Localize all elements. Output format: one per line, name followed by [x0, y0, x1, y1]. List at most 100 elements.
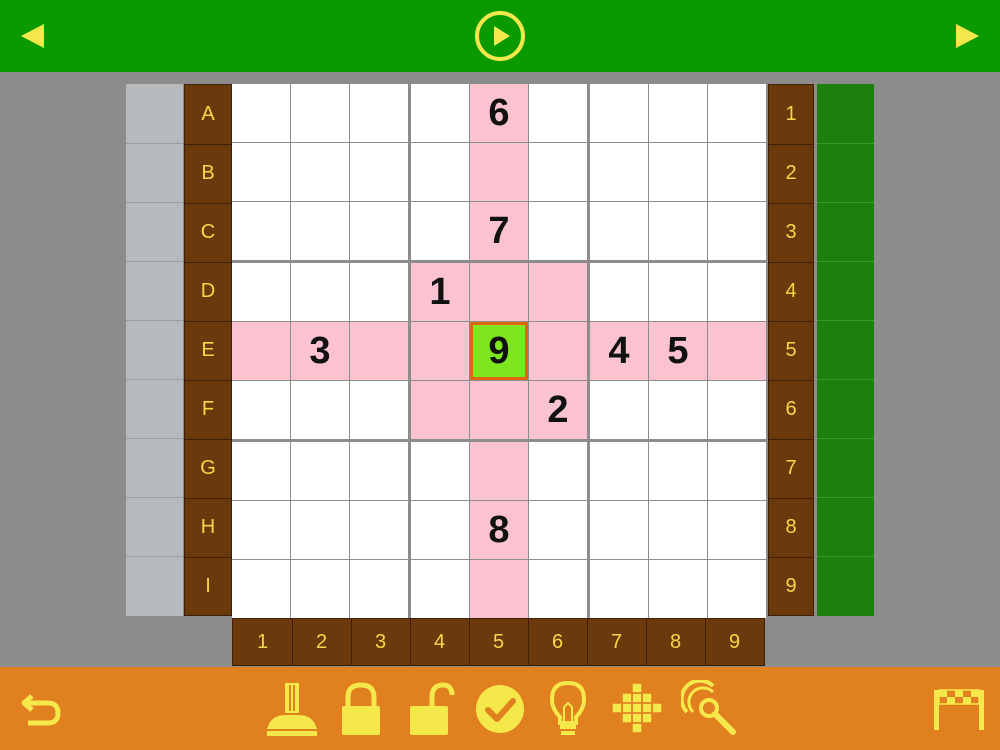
cell-d4[interactable]: 1 [411, 263, 469, 321]
hint-button[interactable] [546, 675, 590, 743]
previous-button[interactable] [8, 0, 58, 72]
cell-h1[interactable] [232, 501, 290, 559]
cell-i9[interactable] [708, 560, 766, 618]
cell-g2[interactable] [291, 442, 349, 500]
cell-c1[interactable] [232, 202, 290, 260]
cell-c7[interactable] [590, 202, 648, 260]
cell-b6[interactable] [529, 143, 587, 201]
cell-a6[interactable] [529, 84, 587, 142]
cell-i2[interactable] [291, 560, 349, 618]
cell-a2[interactable] [291, 84, 349, 142]
cell-c3[interactable] [350, 202, 408, 260]
unlock-button[interactable] [404, 675, 458, 743]
cell-g3[interactable] [350, 442, 408, 500]
cell-i6[interactable] [529, 560, 587, 618]
cell-d7[interactable] [590, 263, 648, 321]
cell-g4[interactable] [411, 442, 469, 500]
cell-h6[interactable] [529, 501, 587, 559]
cell-e2[interactable]: 3 [291, 322, 349, 380]
lock-button[interactable] [336, 675, 386, 743]
label-divider [769, 262, 813, 263]
cell-c6[interactable] [529, 202, 587, 260]
cell-a8[interactable] [649, 84, 707, 142]
cell-d6[interactable] [529, 263, 587, 321]
cell-i5[interactable] [470, 560, 528, 618]
cell-g1[interactable] [232, 442, 290, 500]
play-button[interactable] [470, 0, 530, 72]
cell-b5[interactable] [470, 143, 528, 201]
label-divider [528, 619, 529, 665]
cell-e8[interactable]: 5 [649, 322, 707, 380]
cell-d2[interactable] [291, 263, 349, 321]
cell-d5[interactable] [470, 263, 528, 321]
cell-f2[interactable] [291, 381, 349, 439]
cell-e5[interactable]: 9 [470, 322, 528, 380]
cell-g9[interactable] [708, 442, 766, 500]
cell-h3[interactable] [350, 501, 408, 559]
cell-f8[interactable] [649, 381, 707, 439]
cell-b2[interactable] [291, 143, 349, 201]
label-divider [469, 619, 470, 665]
cell-g7[interactable] [590, 442, 648, 500]
eraser-button[interactable] [262, 675, 322, 743]
cell-f1[interactable] [232, 381, 290, 439]
cell-c4[interactable] [411, 202, 469, 260]
cell-e1[interactable] [232, 322, 290, 380]
cell-i1[interactable] [232, 560, 290, 618]
cell-e4[interactable] [411, 322, 469, 380]
cell-a1[interactable] [232, 84, 290, 142]
cell-h5[interactable]: 8 [470, 501, 528, 559]
label-divider [769, 380, 813, 381]
column-labels: 1 2 3 4 5 6 7 8 9 [232, 618, 765, 666]
finish-button[interactable] [928, 675, 990, 743]
cell-h4[interactable] [411, 501, 469, 559]
cell-e9[interactable] [708, 322, 766, 380]
cell-f7[interactable] [590, 381, 648, 439]
cell-f6[interactable]: 2 [529, 381, 587, 439]
cell-b1[interactable] [232, 143, 290, 201]
pattern-button[interactable] [608, 675, 668, 743]
cell-a9[interactable] [708, 84, 766, 142]
cell-f9[interactable] [708, 381, 766, 439]
cell-c2[interactable] [291, 202, 349, 260]
next-button[interactable] [942, 0, 992, 72]
cell-c9[interactable] [708, 202, 766, 260]
cell-e3[interactable] [350, 322, 408, 380]
cell-h8[interactable] [649, 501, 707, 559]
label-divider [185, 262, 231, 263]
cell-h2[interactable] [291, 501, 349, 559]
magnify-button[interactable] [680, 675, 740, 743]
cell-i7[interactable] [590, 560, 648, 618]
cell-a3[interactable] [350, 84, 408, 142]
cell-h9[interactable] [708, 501, 766, 559]
cell-d3[interactable] [350, 263, 408, 321]
cell-i4[interactable] [411, 560, 469, 618]
cell-d9[interactable] [708, 263, 766, 321]
cell-b9[interactable] [708, 143, 766, 201]
cell-g6[interactable] [529, 442, 587, 500]
cell-c5[interactable]: 7 [470, 202, 528, 260]
cell-a4[interactable] [411, 84, 469, 142]
cell-e7[interactable]: 4 [590, 322, 648, 380]
undo-button[interactable] [14, 675, 68, 743]
cell-b4[interactable] [411, 143, 469, 201]
cell-f4[interactable] [411, 381, 469, 439]
cell-d8[interactable] [649, 263, 707, 321]
cell-d1[interactable] [232, 263, 290, 321]
cell-g5[interactable] [470, 442, 528, 500]
right-label-4: 4 [785, 280, 797, 302]
cell-a5[interactable]: 6 [470, 84, 528, 142]
cell-i3[interactable] [350, 560, 408, 618]
cell-b8[interactable] [649, 143, 707, 201]
cell-h7[interactable] [590, 501, 648, 559]
cell-e6[interactable] [529, 322, 587, 380]
cell-a7[interactable] [590, 84, 648, 142]
cell-b3[interactable] [350, 143, 408, 201]
cell-f3[interactable] [350, 381, 408, 439]
cell-f5[interactable] [470, 381, 528, 439]
cell-c8[interactable] [649, 202, 707, 260]
cell-i8[interactable] [649, 560, 707, 618]
cell-b7[interactable] [590, 143, 648, 201]
check-button[interactable] [472, 675, 528, 743]
cell-g8[interactable] [649, 442, 707, 500]
